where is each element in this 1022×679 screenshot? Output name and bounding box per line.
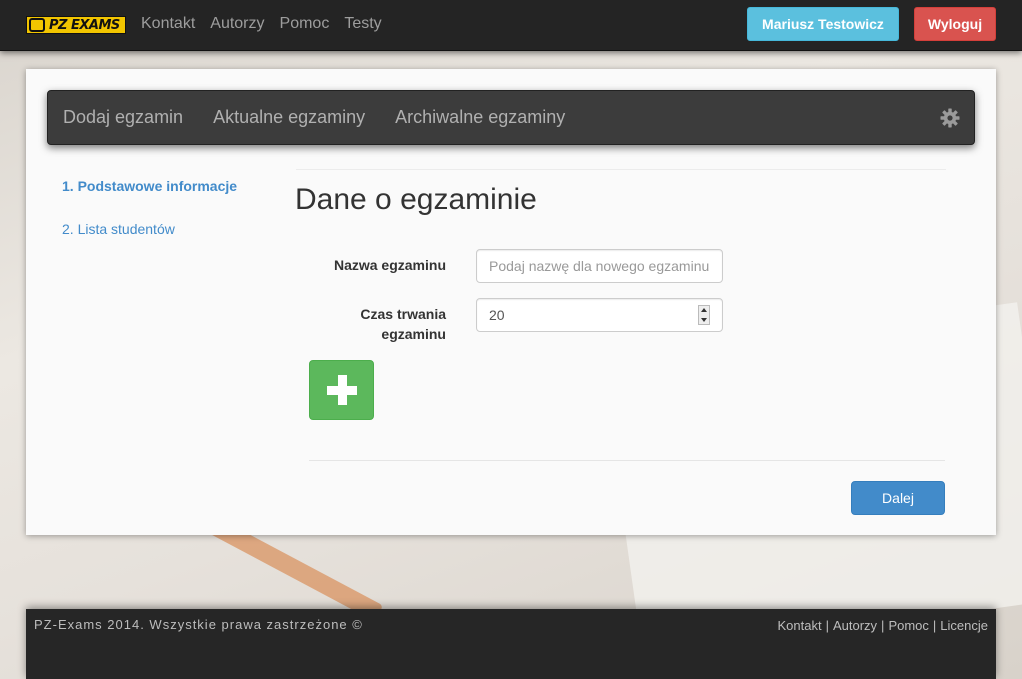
exam-name-placeholder: Podaj nazwę dla nowego egzaminu <box>489 258 710 274</box>
logo-mark-icon <box>29 18 45 32</box>
duration-label-line2: egzaminu <box>381 326 446 342</box>
form-divider <box>309 460 945 461</box>
footer-separator: | <box>932 618 937 633</box>
footer-links: Kontakt | Autorzy | Pomoc | Licencje <box>777 618 988 633</box>
nav-link-pomoc[interactable]: Pomoc <box>280 15 330 33</box>
top-nav-links: Kontakt Autorzy Pomoc Testy <box>141 15 397 33</box>
main-panel: Dodaj egzamin Aktualne egzaminy Archiwal… <box>26 69 996 535</box>
next-button[interactable]: Dalej <box>851 481 945 515</box>
footer-link-kontakt[interactable]: Kontakt <box>777 618 821 633</box>
steps-sidebar: 1. Podstawowe informacje 2. Lista studen… <box>62 178 237 237</box>
footer-separator: | <box>881 618 885 633</box>
nav-link-kontakt[interactable]: Kontakt <box>141 15 195 33</box>
add-button[interactable] <box>309 360 374 420</box>
duration-label-line1: Czas trwania <box>360 306 446 322</box>
tab-current-exams[interactable]: Aktualne egzaminy <box>213 107 365 128</box>
page-title: Dane o egzaminie <box>295 183 537 216</box>
logo-text: PZ EXAMS <box>49 17 120 33</box>
gear-icon[interactable] <box>940 108 960 128</box>
step-basic-info[interactable]: 1. Podstawowe informacje <box>62 178 237 194</box>
tab-add-exam[interactable]: Dodaj egzamin <box>63 107 183 128</box>
top-navbar: PZ EXAMS Kontakt Autorzy Pomoc Testy Mar… <box>0 0 1022 51</box>
duration-label: Czas trwania egzaminu <box>296 304 446 344</box>
duration-value: 20 <box>489 307 505 323</box>
footer-link-licencje[interactable]: Licencje <box>940 618 988 633</box>
exam-name-label: Nazwa egzaminu <box>333 257 446 273</box>
footer-link-autorzy[interactable]: Autorzy <box>833 618 877 633</box>
user-button[interactable]: Mariusz Testowicz <box>747 7 899 41</box>
duration-input[interactable]: 20 <box>476 298 723 332</box>
logout-button[interactable]: Wyloguj <box>914 7 996 41</box>
tab-archived-exams[interactable]: Archiwalne egzaminy <box>395 107 565 128</box>
spinner-down-icon[interactable] <box>701 318 707 322</box>
footer-copyright: PZ-Exams 2014. Wszystkie prawa zastrzeżo… <box>34 617 363 632</box>
plus-icon-vertical <box>338 375 347 405</box>
duration-spinner[interactable] <box>698 305 710 325</box>
spinner-up-icon[interactable] <box>701 308 707 312</box>
footer-separator: | <box>825 618 829 633</box>
top-divider <box>296 169 946 170</box>
brand-logo[interactable]: PZ EXAMS <box>26 16 126 34</box>
nav-link-testy[interactable]: Testy <box>344 15 381 33</box>
step-student-list[interactable]: 2. Lista studentów <box>62 221 237 237</box>
exam-name-input[interactable]: Podaj nazwę dla nowego egzaminu <box>476 249 723 283</box>
nav-link-autorzy[interactable]: Autorzy <box>210 15 264 33</box>
footer-link-pomoc[interactable]: Pomoc <box>888 618 928 633</box>
footer: PZ-Exams 2014. Wszystkie prawa zastrzeżo… <box>26 609 996 679</box>
exam-subnav: Dodaj egzamin Aktualne egzaminy Archiwal… <box>47 90 975 145</box>
